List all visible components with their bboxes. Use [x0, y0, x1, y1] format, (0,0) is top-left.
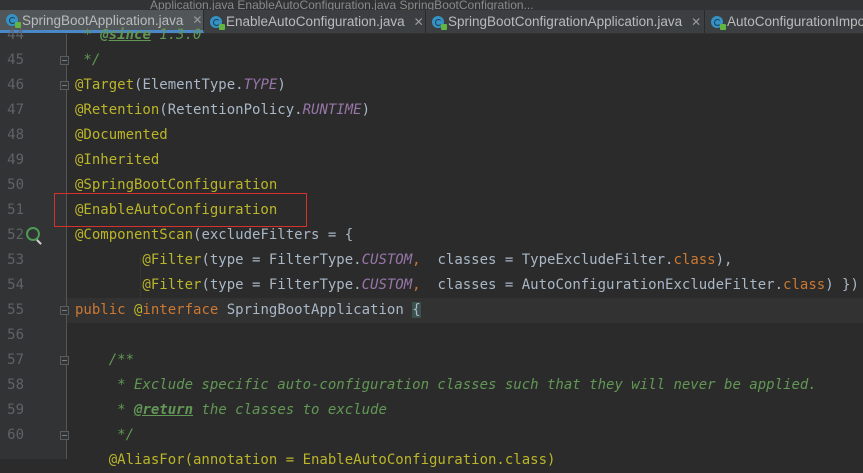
code-token: */ [75, 427, 135, 443]
code-token: (type = FilterType. [201, 252, 362, 268]
code-token: @Documented [75, 127, 168, 143]
code-line-partial: @AliasFor(annotation = EnableAutoConfigu… [75, 452, 556, 468]
code-token: classes = TypeExcludeFilter. [429, 252, 674, 268]
code-token: , [412, 277, 430, 293]
code-token: * [75, 27, 101, 43]
code-token: @since [100, 27, 151, 43]
line-number: 60 [7, 427, 24, 443]
fold-marker-icon[interactable] [60, 56, 69, 65]
code-token: Filter [150, 252, 202, 268]
code-token: @Target [75, 77, 135, 93]
code-line[interactable]: */ [75, 423, 134, 448]
line-number: 52 [7, 227, 24, 243]
code-token: (type = FilterType. [201, 277, 362, 293]
code-token: * [75, 402, 135, 418]
code-token: @ [75, 252, 151, 268]
line-number: 58 [7, 377, 24, 393]
code-token: @Retention [75, 102, 160, 118]
tab-label: EnableAutoConfiguration.java [226, 14, 405, 29]
fold-marker-icon[interactable] [60, 431, 69, 440]
code-token: @EnableAutoConfiguration [75, 202, 278, 218]
line-number: 49 [7, 152, 24, 168]
code-token: @SpringBootConfiguration [75, 177, 278, 193]
code-line[interactable]: * @since 1.3.0 [75, 23, 201, 48]
line-number: 44 [7, 27, 24, 43]
line-number: 55 [7, 302, 24, 318]
code-token: interface [142, 302, 227, 318]
tab-label: SpringBootConfigrationApplication.java [448, 14, 683, 29]
code-token: classes = AutoConfigurationExcludeFilter… [429, 277, 784, 293]
line-number: 54 [7, 277, 24, 293]
code-line[interactable]: * @return the classes to exclude [75, 398, 387, 423]
line-number: 45 [7, 52, 24, 68]
line-number: 48 [7, 127, 24, 143]
code-line[interactable]: @Target(ElementType.TYPE) [75, 73, 286, 98]
tab-label: AutoConfigurationImpo [727, 14, 863, 29]
close-tab-icon[interactable]: ✕ [414, 15, 424, 29]
code-token: (excludeFilters = { [193, 227, 354, 243]
code-token: @Inherited [75, 152, 160, 168]
code-line[interactable]: * Exclude specific auto-configuration cl… [75, 373, 817, 398]
tab-row-overflow: Application.java EnableAutoConfiguration… [0, 0, 863, 10]
code-token: SpringBootApplication [226, 302, 413, 318]
line-number: 46 [7, 77, 24, 93]
code-token: ) [361, 102, 371, 118]
code-token: * Exclude specific auto-configuration cl… [75, 377, 817, 393]
code-token: ) }) [825, 277, 859, 293]
code-token: class [783, 277, 826, 293]
code-line[interactable]: @Retention(RetentionPolicy.RUNTIME) [75, 98, 370, 123]
line-number: 53 [7, 252, 24, 268]
code-token: public [75, 302, 135, 318]
line-number: 50 [7, 177, 24, 193]
code-line[interactable]: @SpringBootConfiguration [75, 173, 277, 198]
code-line[interactable]: /** [75, 348, 134, 373]
code-token: RUNTIME [302, 102, 362, 118]
code-token: class [673, 252, 716, 268]
code-token: ), [715, 252, 733, 268]
spring-bean-gutter-icon[interactable] [26, 227, 40, 241]
code-token: @return [134, 402, 194, 418]
code-line[interactable]: @EnableAutoConfiguration [75, 198, 277, 223]
code-token: the classes to exclude [193, 402, 387, 418]
fold-marker-icon[interactable] [60, 356, 69, 365]
code-line[interactable]: @Filter(type = FilterType.CUSTOM, classe… [75, 273, 859, 298]
code-token: @ComponentScan [75, 227, 194, 243]
code-token: @ [75, 277, 151, 293]
line-number: 59 [7, 402, 24, 418]
code-token: { [412, 302, 421, 318]
line-number: 57 [7, 352, 24, 368]
code-token: Filter [150, 277, 202, 293]
tab-springbootconfigrationapplication[interactable]: SpringBootConfigrationApplication.java ✕ [426, 10, 705, 33]
code-line[interactable]: public @interface SpringBootApplication … [75, 298, 421, 323]
fold-marker-icon[interactable] [60, 81, 69, 90]
line-number: 51 [7, 202, 24, 218]
code-token: TYPE [243, 77, 278, 93]
code-token: CUSTOM [361, 277, 413, 293]
code-line[interactable]: @ComponentScan(excludeFilters = { [75, 223, 353, 248]
tab-enableautoconfiguration[interactable]: EnableAutoConfiguration.java ✕ [204, 10, 426, 33]
line-number: 56 [7, 327, 24, 343]
java-class-icon [711, 15, 726, 30]
code-line[interactable]: */ [75, 48, 100, 73]
code-token: /** [75, 352, 135, 368]
code-token: CUSTOM [361, 252, 413, 268]
code-token: ) [277, 77, 286, 93]
java-class-icon [210, 15, 225, 30]
code-token: (RetentionPolicy. [159, 102, 303, 118]
code-line[interactable]: @Documented [75, 123, 168, 148]
code-token: , [412, 252, 430, 268]
code-token: (ElementType. [134, 77, 244, 93]
code-token: 1.3.0 [150, 27, 202, 43]
code-line[interactable]: @Filter(type = FilterType.CUSTOM, classe… [75, 248, 732, 273]
close-tab-icon[interactable]: ✕ [691, 15, 701, 29]
line-number: 47 [7, 102, 24, 118]
code-token: */ [75, 52, 101, 68]
java-class-icon [432, 15, 447, 30]
tab-autoconfigurationimport[interactable]: AutoConfigurationImpo [705, 10, 863, 33]
code-line[interactable]: @Inherited [75, 148, 159, 173]
fold-marker-icon[interactable] [60, 306, 69, 315]
